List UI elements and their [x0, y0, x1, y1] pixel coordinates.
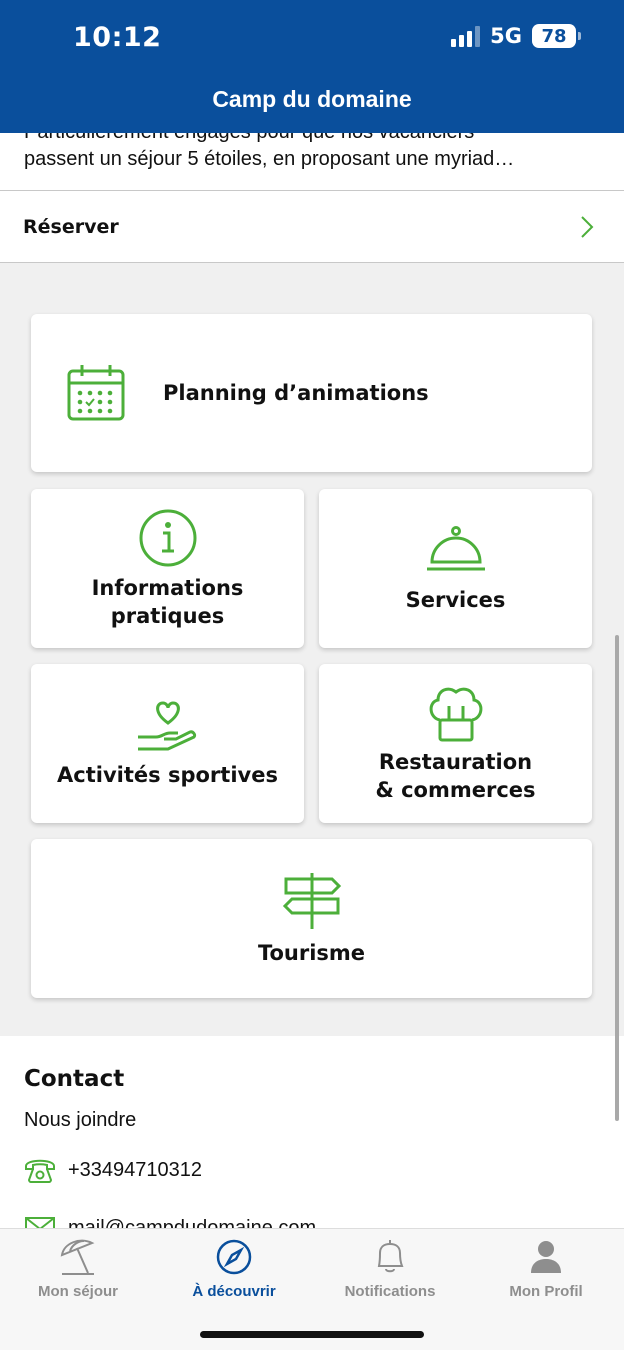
reserve-row[interactable]: Réserver	[0, 191, 624, 263]
service-bell-icon	[426, 525, 485, 570]
chef-hat-icon	[429, 687, 482, 741]
tab-mon-profil[interactable]: Mon Profil	[468, 1237, 624, 1300]
tab-label: Mon Profil	[509, 1283, 583, 1300]
bell-icon	[377, 1240, 404, 1273]
reserve-label: Réserver	[23, 215, 119, 238]
compass-icon	[216, 1239, 252, 1275]
contact-subtitle: Nous joindre	[24, 1109, 137, 1131]
tab-a-decouvrir[interactable]: À découvrir	[156, 1237, 312, 1300]
description-line-1: Particulièrement engagés pour que nos va…	[24, 133, 604, 146]
tab-label: Notifications	[344, 1283, 436, 1300]
tab-mon-sejour[interactable]: Mon séjour	[0, 1237, 156, 1300]
info-icon	[139, 509, 196, 566]
restauration-label-2: & commerces	[375, 777, 536, 802]
description-line-2: passent un séjour 5 étoiles, en proposan…	[24, 148, 515, 170]
informations-card[interactable]: Informations pratiques	[31, 489, 304, 648]
page-title: Camp du domaine	[212, 86, 412, 112]
tourisme-label: Tourisme	[257, 940, 366, 965]
tab-notifications[interactable]: Notifications	[312, 1237, 468, 1300]
tab-label: À découvrir	[192, 1283, 276, 1300]
phone-row[interactable]: +33494710312	[24, 1156, 202, 1184]
network-type: 5G	[490, 24, 522, 48]
calendar-icon	[67, 365, 125, 421]
activites-label: Activités sportives	[57, 762, 278, 787]
planning-card[interactable]: Planning d’animations	[31, 314, 592, 472]
services-label: Services	[405, 587, 506, 612]
status-time: 10:12	[73, 22, 162, 53]
activites-card[interactable]: Activités sportives	[31, 664, 304, 823]
informations-label-1: Informations	[91, 575, 244, 600]
chevron-right-icon	[581, 215, 594, 238]
contact-section: Contact Nous joindre +33494710312 mail@c…	[0, 1036, 624, 1239]
phone-number: +33494710312	[68, 1158, 203, 1181]
heart-hand-icon	[137, 700, 196, 750]
signpost-icon	[282, 872, 341, 929]
tourisme-card[interactable]: Tourisme	[31, 839, 592, 998]
tab-label: Mon séjour	[37, 1283, 118, 1300]
home-indicator	[200, 1331, 424, 1338]
services-card[interactable]: Services	[319, 489, 592, 648]
beach-umbrella-icon	[60, 1239, 95, 1275]
signal-icon	[451, 25, 481, 47]
user-icon	[531, 1241, 561, 1273]
app-header: 10:12 5G 78 Camp du domaine	[0, 0, 624, 133]
description-section: Particulièrement engagés pour que nos va…	[0, 133, 624, 191]
battery-level: 78	[541, 25, 567, 47]
battery-icon: 78	[532, 24, 581, 48]
planning-label: Planning d’animations	[163, 381, 429, 405]
restauration-label-1: Restauration	[378, 749, 533, 774]
phone-icon	[25, 1159, 55, 1183]
informations-label-2: pratiques	[110, 603, 225, 628]
restauration-card[interactable]: Restauration & commerces	[319, 664, 592, 823]
scrollbar[interactable]	[615, 635, 619, 1121]
status-indicators: 5G 78	[451, 24, 581, 48]
contact-title: Contact	[24, 1066, 125, 1092]
